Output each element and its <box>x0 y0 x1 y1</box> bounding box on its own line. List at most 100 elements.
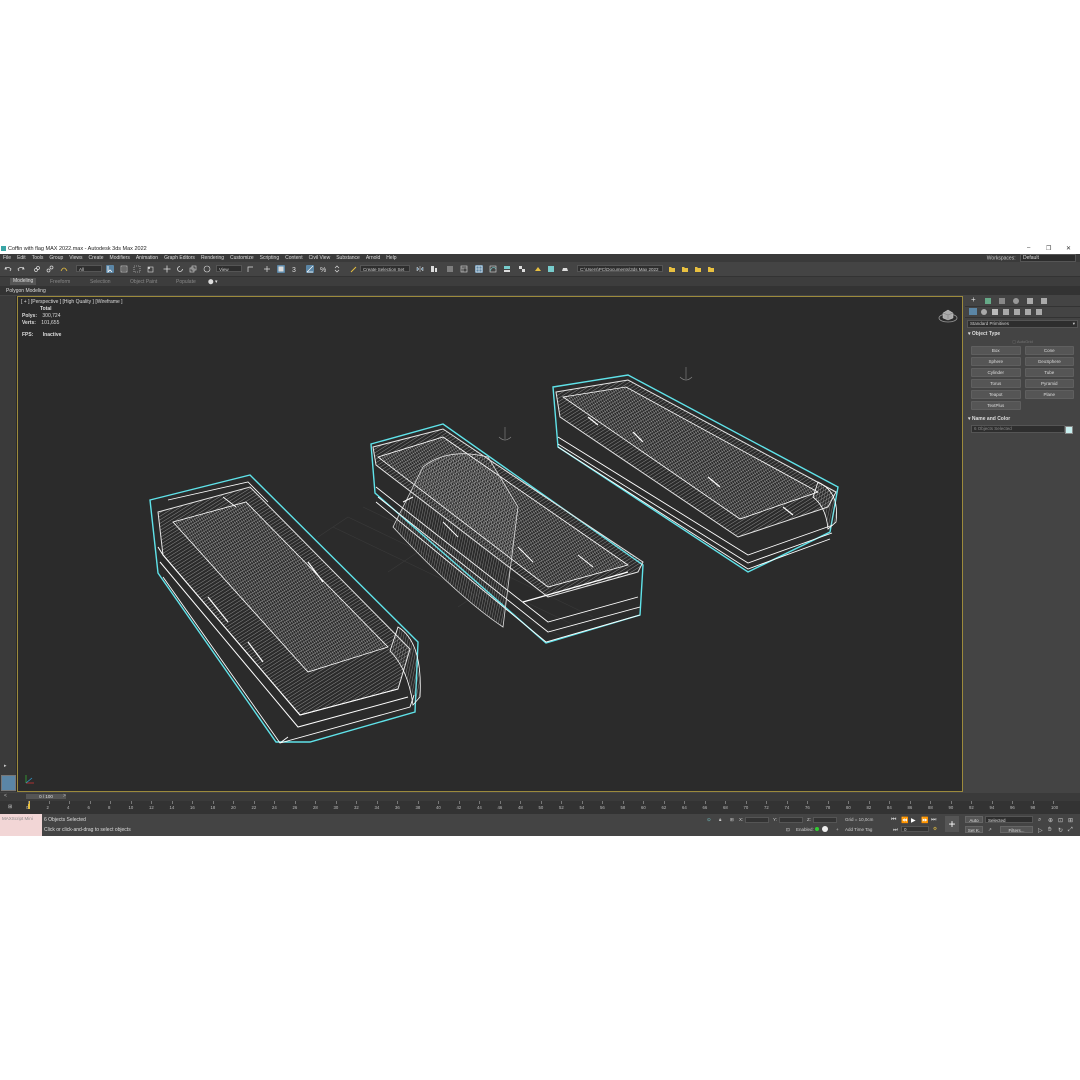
current-frame-field[interactable]: 0 <box>901 826 929 832</box>
helpers-icon[interactable] <box>1014 309 1020 315</box>
spinner-snap-icon[interactable] <box>333 265 341 273</box>
key-mode-icon[interactable]: ⏭ <box>893 827 898 834</box>
go-to-start-icon[interactable]: ⏮ <box>891 817 896 824</box>
coffin-middle[interactable] <box>370 423 644 644</box>
spacewarps-icon[interactable] <box>1025 309 1031 315</box>
object-color-swatch[interactable] <box>1065 426 1073 434</box>
tab-freeform[interactable]: Freeform <box>50 279 70 285</box>
selection-filter-dropdown[interactable]: All <box>76 265 102 272</box>
select-by-name-icon[interactable] <box>120 265 128 273</box>
scene-wireframe[interactable] <box>18 297 963 792</box>
orbit-icon[interactable]: ↻ <box>1058 827 1063 834</box>
tab-populate[interactable]: Populate <box>176 279 196 285</box>
menu-edit[interactable]: Edit <box>17 255 26 261</box>
selection-set-dropdown[interactable]: Create Selection Set <box>360 265 410 272</box>
mirror-icon[interactable] <box>416 265 424 273</box>
motion-tab-icon[interactable] <box>1013 298 1019 304</box>
previous-frame-icon[interactable]: ⏪ <box>901 817 908 824</box>
ribbon-options-icon[interactable]: ⬤ ▾ <box>208 279 218 285</box>
menu-views[interactable]: Views <box>69 255 82 261</box>
rect-select-region-icon[interactable] <box>133 265 141 273</box>
layer-explorer-icon[interactable] <box>446 265 454 273</box>
key-filter-dropdown[interactable]: Selected <box>985 816 1033 823</box>
undo-icon[interactable] <box>4 265 12 273</box>
utilities-tab-icon[interactable] <box>1041 298 1047 304</box>
time-slider-thumb[interactable]: 0 / 100 <box>26 794 66 799</box>
zoom-extents-icon[interactable]: ⊡ <box>1058 817 1063 824</box>
schematic-view-icon[interactable] <box>503 265 511 273</box>
set-key-button[interactable]: Set K. <box>965 826 983 833</box>
snaps-toggle-icon[interactable]: 3 <box>292 265 300 273</box>
render-setup-icon[interactable] <box>534 265 542 273</box>
select-manipulate-icon[interactable] <box>263 265 271 273</box>
slider-next-icon[interactable]: > <box>63 793 66 799</box>
material-editor-icon[interactable] <box>518 265 526 273</box>
set-key-icon[interactable]: + <box>945 816 959 832</box>
pan-icon[interactable]: ✋︎ <box>1048 827 1051 834</box>
cone-button[interactable]: Cone <box>1024 346 1074 355</box>
select-object-icon[interactable] <box>106 265 114 273</box>
menu-civil-view[interactable]: Civil View <box>309 255 331 261</box>
zoom-icon[interactable]: ⌕ <box>1038 817 1041 824</box>
close-icon[interactable]: ✕ <box>1066 245 1071 252</box>
menu-animation[interactable]: Animation <box>136 255 158 261</box>
time-slider[interactable]: < 0 / 100 > <box>0 793 1080 801</box>
maxscript-listener[interactable]: MAXScript Mini <box>0 814 42 836</box>
save-folder-icon[interactable] <box>694 265 702 273</box>
zoom-all-icon[interactable]: ⊕ <box>1048 817 1053 824</box>
teapot-button[interactable]: Teapot <box>971 390 1021 399</box>
key-filter-icon[interactable]: ↗ <box>988 827 992 833</box>
expand-layout-icon[interactable]: ▸ <box>4 763 7 769</box>
y-coordinate-field[interactable] <box>779 817 803 823</box>
pyramid-button[interactable]: Pyramid <box>1024 379 1074 388</box>
mini-curve-editor-icon[interactable]: ⊞ <box>8 804 12 810</box>
pivot-center-icon[interactable] <box>247 265 255 273</box>
modify-tab-icon[interactable] <box>985 298 991 304</box>
x-coordinate-field[interactable] <box>745 817 769 823</box>
menu-group[interactable]: Group <box>49 255 63 261</box>
sphere-button[interactable]: Sphere <box>971 357 1021 366</box>
next-frame-icon[interactable]: ⏩ <box>921 817 928 824</box>
menu-substance[interactable]: Substance <box>336 255 360 261</box>
track-bar[interactable]: ⊞ 0 2 4 6 8 10 12 14 16 18 20 22 24 26 28 30 32 34 36 38 40 4… <box>0 801 1080 814</box>
name-color-title[interactable]: Name and Color <box>972 416 1010 422</box>
menu-arnold[interactable]: Arnold <box>366 255 380 261</box>
cameras-icon[interactable] <box>1003 309 1009 315</box>
maximize-viewport-icon[interactable]: ⤢ <box>1068 827 1073 834</box>
cylinder-button[interactable]: Cylinder <box>971 368 1021 377</box>
rollout-collapse-icon[interactable]: ▾ <box>968 416 971 422</box>
viewport-layout-thumbnail[interactable] <box>1 775 16 791</box>
rollout-collapse-icon[interactable]: ▾ <box>968 331 971 337</box>
time-tag-icon[interactable] <box>822 826 828 832</box>
redo-icon[interactable] <box>17 265 25 273</box>
rendered-frame-window-icon[interactable] <box>547 265 555 273</box>
render-production-icon[interactable] <box>561 265 569 273</box>
fov-icon[interactable]: ▷ <box>1038 827 1043 834</box>
polygon-modeling-label[interactable]: Polygon Modeling <box>6 288 46 294</box>
window-crossing-icon[interactable] <box>146 265 154 273</box>
project-folder-dropdown[interactable]: C:\Users\PC\Documents\3ds Max 2022 <box>577 265 663 272</box>
time-tag-add-icon[interactable]: + <box>836 827 839 832</box>
autogrid-checkbox[interactable]: ▢ AutoGrid <box>968 339 1077 344</box>
open-folder-icon[interactable] <box>681 265 689 273</box>
object-name-field[interactable]: 6 Objects Selected <box>971 425 1073 434</box>
selection-lock-icon[interactable]: 🔒︎ <box>719 817 721 822</box>
restore-icon[interactable]: ❐ <box>1046 245 1051 252</box>
reference-coordinate-dropdown[interactable]: View <box>216 265 242 272</box>
isolate-selection-icon[interactable]: ⊙ <box>707 817 711 823</box>
move-icon[interactable] <box>163 265 171 273</box>
scene-explorer-icon[interactable] <box>460 265 468 273</box>
tab-modeling[interactable]: Modeling <box>10 278 37 285</box>
minimize-icon[interactable]: – <box>1027 245 1030 251</box>
torus-button[interactable]: Torus <box>971 379 1021 388</box>
keyboard-shortcut-override-icon[interactable] <box>277 265 285 273</box>
unlink-icon[interactable] <box>46 265 54 273</box>
edit-named-selection-icon[interactable] <box>350 265 358 273</box>
z-coordinate-field[interactable] <box>813 817 837 823</box>
menu-scripting[interactable]: Scripting <box>260 255 279 261</box>
systems-icon[interactable] <box>1036 309 1042 315</box>
hierarchy-tab-icon[interactable] <box>999 298 1005 304</box>
key-filters-button[interactable]: Filters... <box>1000 826 1033 833</box>
absolute-mode-icon[interactable]: ⊞ <box>730 817 734 823</box>
create-tab-icon[interactable]: + <box>971 295 977 304</box>
